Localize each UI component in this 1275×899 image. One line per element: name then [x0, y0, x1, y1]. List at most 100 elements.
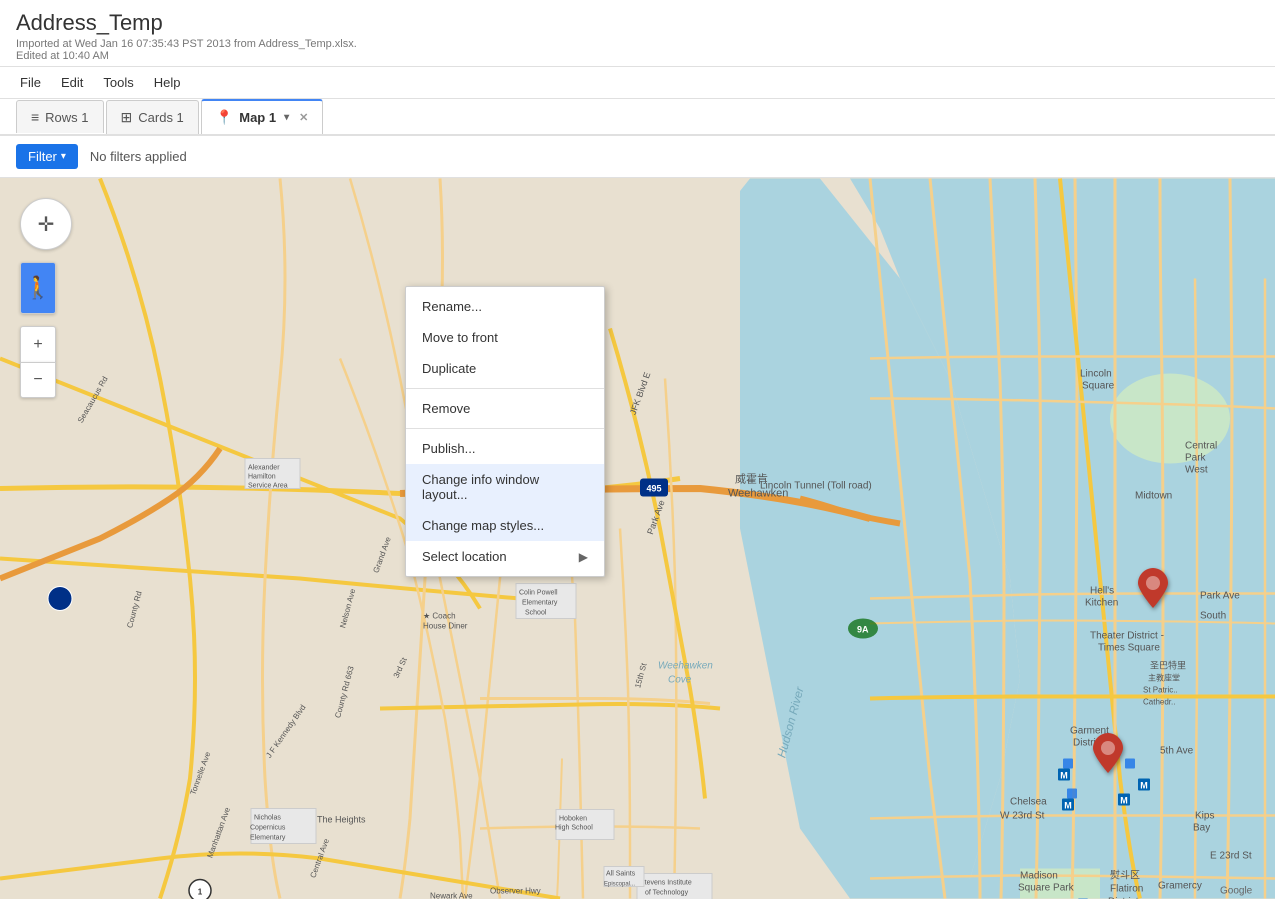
menu-item-change-info-window[interactable]: Change info window layout...	[406, 464, 604, 510]
tab-dropdown-arrow: ▾	[284, 112, 289, 123]
menu-item-publish[interactable]: Publish...	[406, 433, 604, 464]
nav-edit[interactable]: Edit	[57, 73, 87, 92]
svg-text:9A: 9A	[857, 625, 869, 635]
svg-text:E 23rd St: E 23rd St	[1210, 851, 1252, 862]
svg-text:Alexander: Alexander	[248, 465, 280, 472]
header: Address_Temp Imported at Wed Jan 16 07:3…	[0, 0, 1275, 67]
svg-text:High School: High School	[555, 825, 593, 832]
submenu-arrow-icon: ▶	[579, 550, 588, 564]
svg-text:St Patric..: St Patric..	[1143, 686, 1178, 695]
app-title: Address_Temp	[16, 10, 1259, 36]
svg-text:Cathedr..: Cathedr..	[1143, 698, 1175, 707]
svg-text:Times Square: Times Square	[1098, 643, 1160, 654]
map-container[interactable]: Lincoln Tunnel (Toll road) 9A 9A 495 威霍肯…	[0, 178, 1275, 899]
app-subtitle: Imported at Wed Jan 16 07:35:43 PST 2013…	[16, 38, 1259, 62]
svg-text:Madison: Madison	[1020, 871, 1058, 882]
svg-text:School: School	[525, 610, 547, 617]
menu-divider-1	[406, 388, 604, 389]
menu-item-change-map-styles[interactable]: Change map styles...	[406, 510, 604, 541]
svg-text:Colin Powell: Colin Powell	[519, 590, 558, 597]
svg-text:Elementary: Elementary	[522, 600, 558, 607]
menu-item-select-location[interactable]: Select location ▶	[406, 541, 604, 572]
svg-text:South: South	[1200, 611, 1226, 622]
menu-item-move-to-front-label: Move to front	[422, 330, 498, 345]
svg-text:All Saints: All Saints	[606, 871, 636, 878]
map-svg: Lincoln Tunnel (Toll road) 9A 9A 495 威霍肯…	[0, 178, 1275, 899]
menu-item-move-to-front[interactable]: Move to front	[406, 322, 604, 353]
menu-item-rename-label: Rename...	[422, 299, 482, 314]
svg-text:Park: Park	[1185, 453, 1207, 464]
svg-text:Central: Central	[1185, 441, 1217, 452]
tab-rows1-label: Rows 1	[45, 110, 88, 125]
menu-item-select-location-label: Select location	[422, 549, 507, 564]
svg-text:熨斗区: 熨斗区	[1110, 869, 1140, 882]
pan-control[interactable]: ✛	[20, 198, 72, 250]
svg-text:5th Ave: 5th Ave	[1160, 746, 1194, 757]
tabs: ≡ Rows 1 ⊞ Cards 1 📍 Map 1 ▾ ✕	[0, 99, 1275, 136]
svg-text:Weehawken: Weehawken	[728, 488, 788, 500]
pegman-control[interactable]: 🚶	[20, 262, 56, 314]
svg-text:Square Park: Square Park	[1018, 883, 1075, 894]
tab-cards1-label: Cards 1	[138, 110, 184, 125]
svg-text:Midtown: Midtown	[1135, 491, 1172, 502]
svg-text:Kitchen: Kitchen	[1085, 598, 1118, 609]
svg-text:West: West	[1185, 465, 1208, 476]
menu-item-duplicate[interactable]: Duplicate	[406, 353, 604, 384]
svg-text:威霍肯: 威霍肯	[735, 473, 768, 486]
tab-close-icon[interactable]: ✕	[299, 111, 308, 124]
svg-text:W 23rd St: W 23rd St	[1000, 811, 1045, 822]
menu-item-remove[interactable]: Remove	[406, 393, 604, 424]
svg-text:Hoboken: Hoboken	[559, 816, 587, 823]
tab-map1-label: Map 1	[239, 110, 276, 125]
svg-text:Kips: Kips	[1195, 811, 1214, 822]
zoom-in-button[interactable]: +	[20, 326, 56, 362]
zoom-controls: + −	[20, 326, 72, 398]
svg-text:M: M	[1064, 801, 1072, 811]
svg-text:Elementary: Elementary	[250, 835, 286, 842]
tab-cards1[interactable]: ⊞ Cards 1	[106, 100, 199, 134]
svg-text:Theater District -: Theater District -	[1090, 631, 1164, 642]
tab-map1[interactable]: 📍 Map 1 ▾ ✕	[201, 99, 324, 134]
svg-text:495: 495	[646, 484, 661, 494]
svg-text:House Diner: House Diner	[423, 622, 468, 631]
filter-bar: Filter ▾ No filters applied	[0, 136, 1275, 178]
map-background: Lincoln Tunnel (Toll road) 9A 9A 495 威霍肯…	[0, 178, 1275, 899]
svg-text:Lincoln: Lincoln	[1080, 369, 1112, 380]
svg-text:of Technology: of Technology	[645, 890, 689, 897]
context-menu: Rename... Move to front Duplicate Remove…	[405, 286, 605, 577]
menu-item-publish-label: Publish...	[422, 441, 475, 456]
map-pin-icon: 📍	[216, 109, 233, 126]
map-pin-2[interactable]	[1093, 733, 1123, 776]
map-controls: ✛ 🚶 + −	[20, 198, 72, 398]
svg-text:1: 1	[198, 888, 203, 897]
nav-file[interactable]: File	[16, 73, 45, 92]
svg-text:Service Area: Service Area	[248, 483, 288, 490]
svg-text:The Heights: The Heights	[317, 815, 366, 825]
svg-text:Park Ave: Park Ave	[1200, 591, 1240, 602]
svg-text:★ Coach: ★ Coach	[423, 612, 456, 621]
menu-divider-2	[406, 428, 604, 429]
nav-help[interactable]: Help	[150, 73, 185, 92]
map-pin-1[interactable]	[1138, 568, 1168, 611]
svg-text:Gramercy: Gramercy	[1158, 881, 1202, 892]
svg-text:Weehawken: Weehawken	[658, 661, 713, 672]
svg-text:Newark Ave: Newark Ave	[430, 892, 473, 899]
nav-tools[interactable]: Tools	[99, 73, 137, 92]
svg-text:M: M	[1140, 781, 1148, 791]
filter-dropdown-icon: ▾	[61, 151, 66, 162]
svg-text:Stevens Institute: Stevens Institute	[640, 880, 692, 887]
svg-text:Flatiron: Flatiron	[1110, 884, 1143, 895]
svg-text:M: M	[1120, 796, 1128, 806]
svg-text:Episcopal...: Episcopal...	[604, 882, 635, 888]
svg-text:Nicholas: Nicholas	[254, 815, 281, 822]
tab-rows1[interactable]: ≡ Rows 1	[16, 100, 104, 133]
menu-item-duplicate-label: Duplicate	[422, 361, 476, 376]
svg-text:Hamilton: Hamilton	[248, 474, 276, 481]
menu-item-rename[interactable]: Rename...	[406, 291, 604, 322]
svg-text:Chelsea: Chelsea	[1010, 797, 1047, 808]
svg-text:圣巴特里: 圣巴特里	[1150, 660, 1186, 671]
navbar: File Edit Tools Help	[0, 67, 1275, 99]
zoom-out-button[interactable]: −	[20, 362, 56, 398]
menu-item-change-map-styles-label: Change map styles...	[422, 518, 544, 533]
filter-button[interactable]: Filter ▾	[16, 144, 78, 169]
